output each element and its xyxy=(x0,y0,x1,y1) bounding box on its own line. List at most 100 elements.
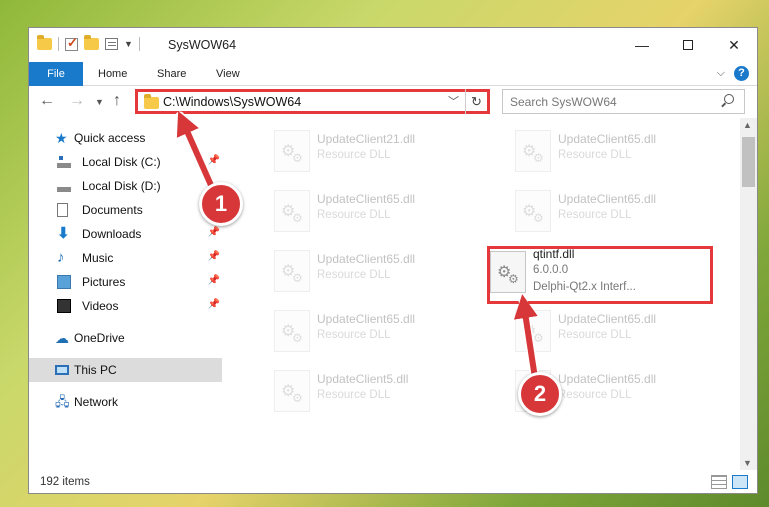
properties-icon[interactable] xyxy=(105,38,118,50)
help-icon[interactable]: ? xyxy=(734,66,749,81)
file-tile[interactable]: ⚙⚙ UpdateClient65.dll Resource DLL xyxy=(271,308,496,362)
forward-arrow-icon[interactable]: → xyxy=(69,92,85,110)
nav-item-network[interactable]: 🖧 Network xyxy=(29,390,222,414)
file-tile[interactable]: ⚙⚙ UpdateClient65.dll Resource DLL xyxy=(271,248,496,302)
file-description: Resource DLL xyxy=(558,149,632,161)
nav-item-videos[interactable]: Videos 📌 xyxy=(29,294,222,318)
recent-locations-chevron-icon[interactable]: ▼ xyxy=(95,97,104,107)
properties-check-icon[interactable] xyxy=(65,35,78,51)
minimize-button[interactable]: — xyxy=(619,28,665,62)
file-description: Resource DLL xyxy=(317,329,391,341)
item-count: 192 items xyxy=(40,476,90,488)
file-tile[interactable]: ⚙⚙ UpdateClient65.dll Resource DLL xyxy=(512,188,737,242)
navigation-row: ← → ▼ ↑ C:\Windows\SysWOW64 ﹀ ↻ Search S… xyxy=(29,86,757,118)
expand-ribbon-chevron-icon[interactable]: ⌵ xyxy=(717,67,725,80)
file-name: UpdateClient65.dll xyxy=(558,132,657,146)
file-name: UpdateClient21.dll xyxy=(317,132,416,146)
file-tile[interactable]: ⚙ ⚙ UpdateClient21.dll Resource DLL xyxy=(271,128,496,182)
nav-item-label: Quick access xyxy=(74,131,146,145)
dll-file-icon: ⚙⚙ xyxy=(515,130,551,172)
back-arrow-icon[interactable]: ← xyxy=(39,92,55,110)
tab-share[interactable]: Share xyxy=(157,62,186,86)
dll-file-icon: ⚙⚙ xyxy=(515,310,551,352)
quick-access-toolbar: ▼ xyxy=(37,35,140,51)
nav-item-label: Downloads xyxy=(82,227,142,241)
file-name: UpdateClient65.dll xyxy=(317,312,416,326)
drive-icon xyxy=(57,155,71,169)
refresh-icon[interactable]: ↻ xyxy=(465,89,487,114)
nav-item-local-disk-d[interactable]: Local Disk (D:) xyxy=(29,174,222,198)
up-arrow-icon[interactable]: ↑ xyxy=(113,92,121,110)
nav-item-label: Local Disk (D:) xyxy=(82,179,161,193)
nav-item-label: Pictures xyxy=(82,275,126,289)
tab-view[interactable]: View xyxy=(216,62,240,86)
folder-icon xyxy=(144,94,159,109)
file-name: UpdateClient65.dll xyxy=(317,252,416,266)
address-bar[interactable]: C:\Windows\SysWOW64 ﹀ ↻ xyxy=(135,89,490,114)
scroll-down-icon[interactable]: ▼ xyxy=(743,458,752,468)
address-dropdown-icon[interactable]: ﹀ xyxy=(448,93,459,109)
nav-item-documents[interactable]: Documents 📌 xyxy=(29,198,222,222)
picture-icon xyxy=(57,275,71,289)
nav-item-label: Documents xyxy=(82,203,143,217)
nav-item-label: OneDrive xyxy=(74,331,125,345)
download-icon: ⬇ xyxy=(57,225,70,242)
nav-item-pictures[interactable]: Pictures 📌 xyxy=(29,270,222,294)
dll-file-icon: ⚙⚙ xyxy=(274,310,310,352)
file-description: Resource DLL xyxy=(317,149,391,161)
file-name: UpdateClient65.dll xyxy=(558,312,657,326)
maximize-button[interactable] xyxy=(665,28,711,62)
pin-icon[interactable]: 📌 xyxy=(208,227,220,238)
cloud-icon: ☁ xyxy=(55,330,69,346)
details-view-icon[interactable] xyxy=(711,475,727,489)
file-version: 6.0.0.0 xyxy=(533,264,569,276)
close-icon: ✕ xyxy=(728,36,740,53)
file-name: UpdateClient5.dll xyxy=(317,372,409,386)
nav-item-this-pc[interactable]: This PC xyxy=(29,358,222,382)
nav-item-quick-access[interactable]: ★ Quick access xyxy=(29,126,222,150)
new-folder-icon[interactable] xyxy=(84,35,99,50)
search-input[interactable]: Search SysWOW64 xyxy=(502,89,745,114)
window-title: SysWOW64 xyxy=(168,38,237,52)
file-tile[interactable]: ⚙⚙ UpdateClient65.dll Resource DLL xyxy=(512,308,737,362)
file-tile[interactable]: ⚙⚙ UpdateClient65.dll Resource DLL xyxy=(512,128,737,182)
file-tile[interactable]: ⚙ ⚙ UpdateClient5.dll Resource DLL xyxy=(271,368,496,422)
file-description: Resource DLL xyxy=(558,389,632,401)
close-button[interactable]: ✕ xyxy=(711,28,757,62)
nav-item-music[interactable]: ♪ Music 📌 xyxy=(29,246,222,270)
nav-item-onedrive[interactable]: ☁ OneDrive xyxy=(29,326,222,350)
file-tile[interactable]: ⚙⚙ UpdateClient65.dll Resource DLL xyxy=(271,188,496,242)
search-icon[interactable] xyxy=(724,94,734,104)
address-path[interactable]: C:\Windows\SysWOW64 xyxy=(163,95,301,109)
title-bar: ▼ SysWOW64 — ✕ xyxy=(29,28,757,62)
dll-file-icon: ⚙⚙ xyxy=(274,130,310,172)
dll-file-icon: ⚙⚙ xyxy=(274,250,310,292)
customize-toolbar-chevron-icon[interactable]: ▼ xyxy=(124,39,133,49)
step-1-badge: 1 xyxy=(199,182,243,226)
status-bar: 192 items xyxy=(29,471,757,493)
nav-item-label: This PC xyxy=(74,363,117,377)
tab-file[interactable]: File xyxy=(29,62,83,86)
search-placeholder: Search SysWOW64 xyxy=(510,95,617,109)
nav-item-downloads[interactable]: ⬇ Downloads 📌 xyxy=(29,222,222,246)
tab-home[interactable]: Home xyxy=(98,62,127,86)
file-description: Resource DLL xyxy=(317,389,391,401)
minimize-icon: — xyxy=(635,37,649,53)
tiles-view-icon[interactable] xyxy=(732,475,748,489)
maximize-icon xyxy=(683,40,693,50)
navigation-pane: ★ Quick access Local Disk (C:) 📌 Local D… xyxy=(29,124,222,464)
music-icon: ♪ xyxy=(57,249,65,266)
nav-item-local-disk-c[interactable]: Local Disk (C:) 📌 xyxy=(29,150,222,174)
scrollbar-thumb[interactable] xyxy=(742,137,755,187)
vertical-scrollbar[interactable]: ▲ ▼ xyxy=(740,118,757,470)
pin-icon[interactable]: 📌 xyxy=(208,275,220,286)
pin-icon[interactable]: 📌 xyxy=(208,155,220,166)
video-icon xyxy=(57,299,71,313)
file-name: UpdateClient65.dll xyxy=(558,192,657,206)
file-tile-qtintf[interactable]: ⚙ ⚙ qtintf.dll 6.0.0.0 Delphi-Qt2.x Inter… xyxy=(487,246,713,304)
dll-file-icon: ⚙⚙ xyxy=(490,251,526,293)
pin-icon[interactable]: 📌 xyxy=(208,251,220,262)
scroll-up-icon[interactable]: ▲ xyxy=(743,120,752,130)
pin-icon[interactable]: 📌 xyxy=(208,299,220,310)
document-icon xyxy=(57,203,68,217)
